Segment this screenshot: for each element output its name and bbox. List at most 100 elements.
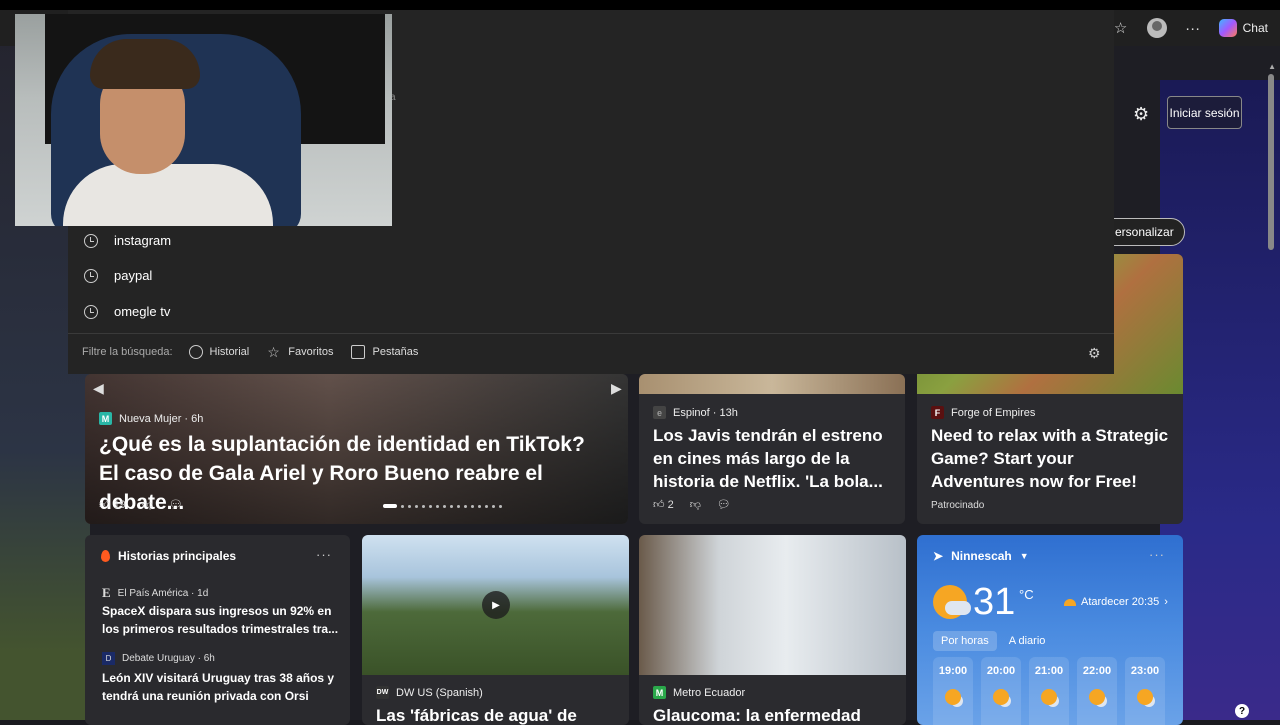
- carousel-next-icon[interactable]: ▶: [611, 380, 622, 397]
- signin-button[interactable]: Iniciar sesión: [1167, 96, 1242, 129]
- forecast-hour[interactable]: 21:00: [1029, 657, 1069, 725]
- news-card-dw[interactable]: ▶ DW DW US (Spanish) Las 'fábricas de ag…: [362, 535, 629, 725]
- thumbs-up-icon: 👍︎: [99, 499, 111, 511]
- forecast-hour[interactable]: 23:00: [1125, 657, 1165, 725]
- list-item-source: E El País América · 1d: [102, 585, 208, 601]
- weather-icon: [993, 689, 1009, 705]
- weather-unit[interactable]: °C: [1019, 587, 1034, 602]
- weather-card[interactable]: ➤ Ninnescah ▼ ··· 31 °C Atardecer 20:35 …: [917, 535, 1183, 725]
- location-arrow-icon: ➤: [933, 549, 944, 563]
- play-video-icon[interactable]: ▶: [482, 591, 510, 619]
- top-stories-header: Historias principales: [101, 549, 236, 563]
- more-options-icon[interactable]: ···: [316, 547, 332, 562]
- webcam-person-shirt: [63, 164, 273, 226]
- forecast-hour-label: 21:00: [1034, 665, 1064, 677]
- card-source-label: Espinof · 13h: [673, 406, 738, 419]
- help-icon[interactable]: ?: [1235, 704, 1249, 718]
- top-stories-card: Historias principales ··· E El País Amér…: [85, 535, 350, 725]
- carousel-prev-icon[interactable]: ◀: [93, 380, 104, 397]
- hero-source: M Nueva Mujer · 6h: [99, 412, 203, 425]
- scroll-up-icon[interactable]: ▲: [1268, 62, 1276, 71]
- forecast-hour-label: 23:00: [1130, 665, 1160, 677]
- source-logo-icon: DW: [376, 686, 389, 699]
- page-settings-gear-icon[interactable]: ⚙: [1133, 104, 1149, 125]
- weather-icon: [1041, 689, 1057, 705]
- list-item-title[interactable]: León XIV visitará Uruguay tras 38 años y…: [102, 669, 342, 705]
- star-icon: ☆: [267, 344, 280, 360]
- list-item-source-label: Debate Uruguay · 6h: [122, 653, 215, 664]
- sunset-label: Atardecer 20:35: [1081, 596, 1160, 608]
- suggestion-item[interactable]: paypal: [84, 268, 152, 283]
- card-title[interactable]: Glaucoma: la enfermedad: [653, 704, 893, 725]
- more-options-icon[interactable]: ···: [1149, 547, 1165, 562]
- suggestion-label: instagram: [114, 233, 172, 248]
- dislike-icon[interactable]: 👎︎: [142, 498, 153, 511]
- filter-history[interactable]: Historial: [188, 345, 250, 359]
- card-title[interactable]: Need to relax with a Strategic Game? Sta…: [931, 424, 1171, 493]
- filter-label: Filtre la búsqueda:: [82, 346, 173, 358]
- like-button[interactable]: 👍︎ 19: [99, 498, 126, 511]
- suggestion-item[interactable]: instagram: [84, 233, 171, 248]
- flame-icon: [101, 550, 110, 562]
- search-settings-gear-icon[interactable]: ⚙: [1088, 345, 1101, 362]
- card-title[interactable]: Los Javis tendrán el estreno en cines má…: [653, 424, 893, 493]
- source-logo-icon: M: [99, 412, 112, 425]
- card-source: M Metro Ecuador: [653, 686, 745, 699]
- like-button[interactable]: 👍︎ 2: [653, 498, 674, 511]
- tab-hourly[interactable]: Por horas: [933, 631, 997, 651]
- forecast-hour[interactable]: 20:00: [981, 657, 1021, 725]
- card-source-label: Forge of Empires: [951, 406, 1036, 419]
- news-card-espinof[interactable]: e Espinof · 13h Los Javis tendrán el est…: [639, 374, 905, 524]
- profile-avatar[interactable]: [1146, 18, 1167, 38]
- tab-daily[interactable]: A diario: [1001, 631, 1054, 651]
- copilot-icon: [1218, 19, 1237, 37]
- sunset-info[interactable]: Atardecer 20:35 ›: [1064, 596, 1168, 608]
- forecast-hour[interactable]: 22:00: [1077, 657, 1117, 725]
- source-logo-icon: F: [931, 406, 944, 419]
- filter-tabs-label: Pestañas: [372, 346, 419, 358]
- history-icon: [188, 345, 203, 359]
- chat-button[interactable]: Chat: [1218, 19, 1268, 37]
- forecast-hour-label: 19:00: [938, 665, 968, 677]
- weather-temperature: 31: [973, 581, 1016, 623]
- hourly-forecast: 19:00 20:00 21:00 22:00 23:00: [933, 657, 1165, 725]
- card-actions: 👍︎ 2 👎︎ 💬︎: [653, 498, 731, 511]
- partly-sunny-icon: [933, 585, 971, 619]
- filter-favorites[interactable]: ☆ Favoritos: [267, 345, 333, 359]
- comment-icon[interactable]: 💬︎: [717, 498, 731, 511]
- webcam-person-hair: [90, 39, 200, 89]
- filter-history-label: Historial: [209, 346, 250, 358]
- filter-tabs[interactable]: Pestañas: [351, 345, 418, 359]
- news-card-metro[interactable]: M Metro Ecuador Glaucoma: la enfermedad: [639, 535, 906, 725]
- list-item-title[interactable]: SpaceX dispara sus ingresos un 92% en lo…: [102, 602, 342, 638]
- card-source: DW DW US (Spanish): [376, 686, 483, 699]
- thumbs-up-icon: 👍︎: [653, 499, 665, 511]
- more-menu-icon[interactable]: ···: [1183, 18, 1203, 38]
- carousel-dots[interactable]: [383, 504, 502, 508]
- hero-carousel-card[interactable]: ◀ ▶ M Nueva Mujer · 6h ¿Qué es la suplan…: [85, 374, 628, 524]
- like-count: 19: [113, 499, 126, 511]
- card-source: F Forge of Empires: [931, 406, 1035, 419]
- card-title[interactable]: Las 'fábricas de agua' de: [376, 704, 616, 725]
- card-source-label: Metro Ecuador: [673, 686, 746, 699]
- list-item-source: D Debate Uruguay · 6h: [102, 652, 215, 665]
- top-stories-heading: Historias principales: [118, 549, 237, 563]
- scrollbar-thumb[interactable]: [1268, 74, 1274, 250]
- weather-icon: [1137, 689, 1153, 705]
- weather-location[interactable]: ➤ Ninnescah ▼: [933, 549, 1029, 563]
- source-logo-icon: E: [102, 585, 111, 600]
- webcam-overlay: [15, 14, 392, 226]
- dislike-icon[interactable]: 👎︎: [690, 498, 701, 511]
- history-icon: [84, 233, 98, 248]
- hero-actions: 👍︎ 19 👎︎ 💬︎: [99, 498, 183, 511]
- weather-icon: [945, 689, 961, 705]
- tabs-icon: [351, 345, 366, 359]
- hero-source-label: Nueva Mujer · 6h: [119, 412, 204, 425]
- forecast-hour[interactable]: 19:00: [933, 657, 973, 725]
- suggestion-item[interactable]: omegle tv: [84, 304, 170, 319]
- comment-icon[interactable]: 💬︎: [169, 498, 183, 511]
- sponsored-label: Patrocinado: [931, 500, 985, 511]
- chevron-right-icon: ›: [1164, 596, 1168, 608]
- weather-icon: [1089, 689, 1105, 705]
- card-image: [639, 374, 905, 394]
